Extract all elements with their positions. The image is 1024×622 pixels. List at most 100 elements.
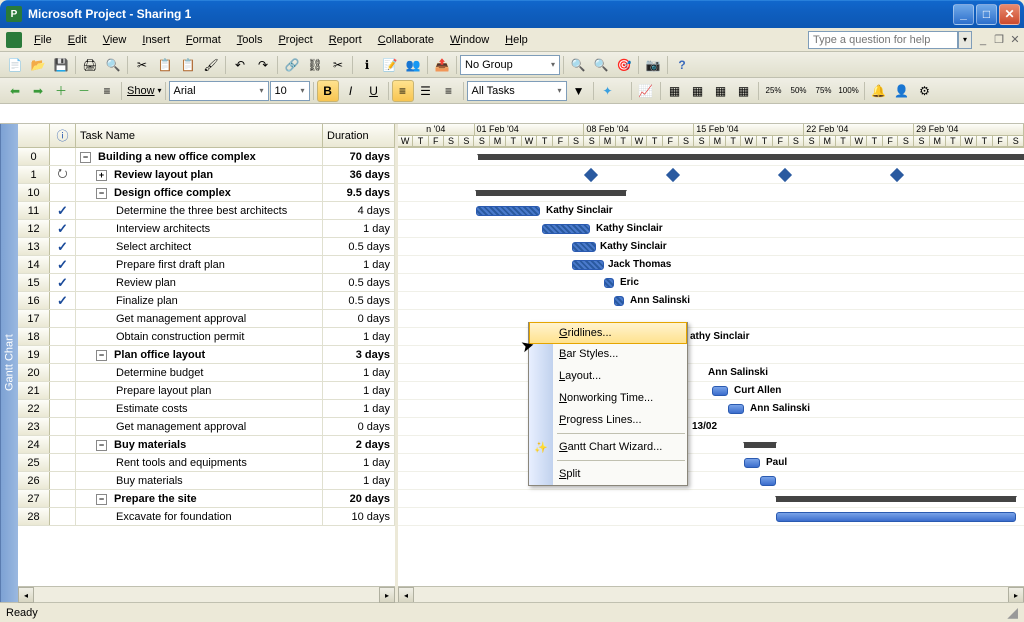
gantt-timescale[interactable]: n '0401 Feb '0408 Feb '0415 Feb '0422 Fe… xyxy=(398,124,1024,148)
task-bar[interactable] xyxy=(604,278,614,288)
row-id[interactable]: 12 xyxy=(18,220,50,237)
task-row[interactable]: 18 Obtain construction permit1 day xyxy=(18,328,395,346)
duration-cell[interactable]: 1 day xyxy=(323,256,395,273)
task-name-cell[interactable]: Review plan xyxy=(76,274,323,291)
task-name-cell[interactable]: + Review layout plan xyxy=(76,166,323,183)
task-bar[interactable] xyxy=(728,404,744,414)
menu-view[interactable]: View xyxy=(95,31,135,49)
gantt-wizard-button[interactable]: ✦ xyxy=(597,80,619,102)
task-bar[interactable] xyxy=(712,386,728,396)
menu-edit[interactable]: Edit xyxy=(60,31,95,49)
task-bar[interactable] xyxy=(614,296,624,306)
task-name-cell[interactable]: Excavate for foundation xyxy=(76,508,323,525)
duration-cell[interactable]: 1 day xyxy=(323,472,395,489)
task-row[interactable]: 12✓ Interview architects1 day xyxy=(18,220,395,238)
update-button[interactable]: ⚙ xyxy=(914,80,936,102)
tracking-toolbar-button-3[interactable]: ▦ xyxy=(710,80,732,102)
task-name-cell[interactable]: − Buy materials xyxy=(76,436,323,453)
task-name-cell[interactable]: − Design office complex xyxy=(76,184,323,201)
show-menu-button[interactable]: Show xyxy=(125,85,157,97)
task-name-cell[interactable]: Get management approval xyxy=(76,418,323,435)
duration-cell[interactable]: 0.5 days xyxy=(323,292,395,309)
gantt-row[interactable] xyxy=(398,490,1024,508)
gantt-row[interactable]: Kathy Sinclair xyxy=(398,238,1024,256)
duration-cell[interactable]: 1 day xyxy=(323,382,395,399)
milestone-marker[interactable] xyxy=(584,168,598,182)
summary-bar[interactable] xyxy=(744,442,776,448)
bold-button[interactable]: B xyxy=(317,80,339,102)
publish-button[interactable]: 📤 xyxy=(431,54,453,76)
tracking-toolbar-button-1[interactable]: ▦ xyxy=(664,80,686,102)
row-id[interactable]: 19 xyxy=(18,346,50,363)
row-id[interactable]: 11 xyxy=(18,202,50,219)
task-row[interactable]: 23 Get management approval0 days xyxy=(18,418,395,436)
outline-toggle-button[interactable]: − xyxy=(96,494,107,505)
task-name-cell[interactable]: Finalize plan xyxy=(76,292,323,309)
zoom-75[interactable]: 75% xyxy=(812,80,836,102)
duration-cell[interactable]: 4 days xyxy=(323,202,395,219)
gantt-row[interactable]: 13/02 xyxy=(398,418,1024,436)
gantt-row[interactable] xyxy=(398,508,1024,526)
outline-toggle-button[interactable]: − xyxy=(96,188,107,199)
outdent-nav-button[interactable]: ⬅ xyxy=(4,80,26,102)
close-button[interactable]: ✕ xyxy=(999,4,1020,25)
new-button[interactable]: 📄 xyxy=(4,54,26,76)
task-row[interactable]: 14✓ Prepare first draft plan1 day xyxy=(18,256,395,274)
doc-close-button[interactable]: ✕ xyxy=(1008,33,1022,47)
gantt-row[interactable]: Kathy Sinclair xyxy=(398,220,1024,238)
row-id[interactable]: 26 xyxy=(18,472,50,489)
help-search-input[interactable] xyxy=(808,31,958,49)
scroll-right-button[interactable]: ▸ xyxy=(379,587,395,603)
summary-bar[interactable] xyxy=(478,154,1024,160)
align-right-button[interactable]: ≡ xyxy=(438,80,460,102)
week-header[interactable]: 15 Feb '04 xyxy=(694,124,804,136)
task-row[interactable]: 15✓ Review plan0.5 days xyxy=(18,274,395,292)
duration-cell[interactable]: 0.5 days xyxy=(323,274,395,291)
row-id[interactable]: 1 xyxy=(18,166,50,183)
menu-file[interactable]: File xyxy=(26,31,60,49)
duration-cell[interactable]: 1 day xyxy=(323,328,395,345)
help-button[interactable]: ? xyxy=(671,54,693,76)
zoom-in-button[interactable]: 🔍 xyxy=(567,54,589,76)
hide-subtasks-button[interactable]: － xyxy=(73,80,95,102)
task-row[interactable]: 11✓ Determine the three best architects4… xyxy=(18,202,395,220)
task-name-cell[interactable]: Prepare first draft plan xyxy=(76,256,323,273)
task-row[interactable]: 19− Plan office layout3 days xyxy=(18,346,395,364)
col-header-name[interactable]: Task Name xyxy=(76,124,323,147)
menu-project[interactable]: Project xyxy=(270,31,320,49)
duration-cell[interactable]: 9.5 days xyxy=(323,184,395,201)
milestone-marker[interactable] xyxy=(778,168,792,182)
tracking-toolbar-button-4[interactable]: ▦ xyxy=(733,80,755,102)
font-combo[interactable]: Arial▾ xyxy=(169,81,269,101)
copy-button[interactable]: 📋 xyxy=(154,54,176,76)
task-row[interactable]: 26 Buy materials1 day xyxy=(18,472,395,490)
outline-toggle-button[interactable]: − xyxy=(96,440,107,451)
task-name-cell[interactable]: Buy materials xyxy=(76,472,323,489)
entry-bar[interactable] xyxy=(0,104,1024,124)
paste-button[interactable]: 📋 xyxy=(177,54,199,76)
row-id[interactable]: 21 xyxy=(18,382,50,399)
align-center-button[interactable]: ☰ xyxy=(415,80,437,102)
ctx-item-gridlines[interactable]: Gridlines... xyxy=(529,322,687,344)
open-button[interactable]: 📂 xyxy=(27,54,49,76)
zoom-out-button[interactable]: 🔍 xyxy=(590,54,612,76)
task-name-cell[interactable]: Determine budget xyxy=(76,364,323,381)
menu-report[interactable]: Report xyxy=(321,31,370,49)
task-name-cell[interactable]: − Prepare the site xyxy=(76,490,323,507)
task-bar[interactable] xyxy=(744,458,760,468)
task-row[interactable]: 24− Buy materials2 days xyxy=(18,436,395,454)
gantt-row[interactable] xyxy=(398,346,1024,364)
menu-format[interactable]: Format xyxy=(178,31,229,49)
task-name-cell[interactable]: Obtain construction permit xyxy=(76,328,323,345)
task-name-cell[interactable]: Rent tools and equipments xyxy=(76,454,323,471)
task-row[interactable]: 16✓ Finalize plan0.5 days xyxy=(18,292,395,310)
task-row[interactable]: 25 Rent tools and equipments1 day xyxy=(18,454,395,472)
duration-cell[interactable]: 1 day xyxy=(323,220,395,237)
print-button[interactable]: 🖨 xyxy=(79,54,101,76)
week-header[interactable]: 08 Feb '04 xyxy=(584,124,694,136)
gantt-row[interactable]: Curt Allen xyxy=(398,382,1024,400)
font-size-combo[interactable]: 10▾ xyxy=(270,81,310,101)
gantt-row[interactable] xyxy=(398,184,1024,202)
duration-cell[interactable]: 70 days xyxy=(323,148,395,165)
task-name-cell[interactable]: Estimate costs xyxy=(76,400,323,417)
